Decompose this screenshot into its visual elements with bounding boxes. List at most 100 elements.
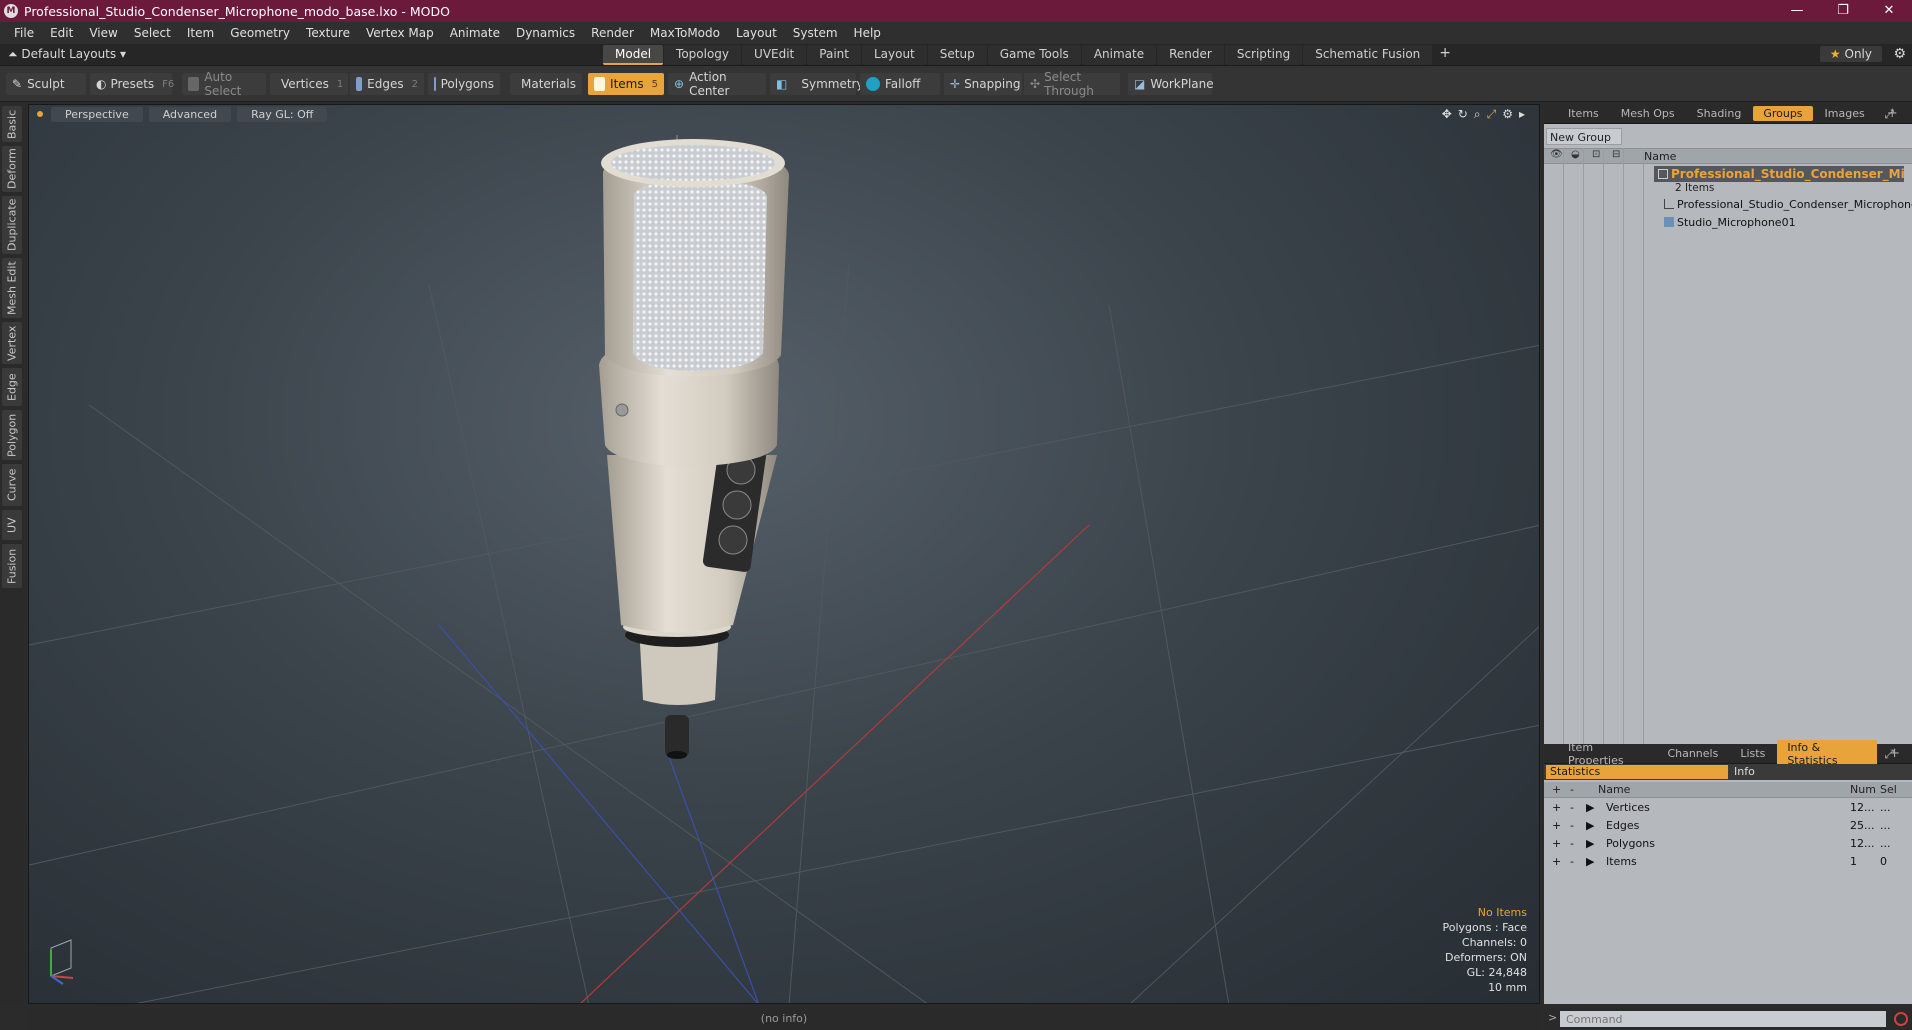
default-layouts-dropdown[interactable]: ⏶ Default Layouts ▾: [8, 47, 126, 62]
list-item[interactable]: Professional_Studio_Condenser_Microphone: [1664, 198, 1912, 211]
maximize-button[interactable]: ❐: [1820, 0, 1866, 22]
add-icon[interactable]: +: [1552, 837, 1561, 850]
select-through-button[interactable]: ✣ Select Through: [1024, 70, 1120, 98]
tab-model[interactable]: Model: [603, 45, 664, 65]
workplane-button[interactable]: ◪ WorkPlane: [1128, 73, 1214, 95]
expand-triangle-icon[interactable]: ▶: [1586, 801, 1594, 814]
expand-all-icon[interactable]: +: [1552, 783, 1561, 796]
3d-viewport[interactable]: Perspective Advanced Ray GL: Off ✥ ↻ ⌕ ⤢…: [28, 104, 1540, 1004]
tab-groups[interactable]: Groups: [1753, 106, 1813, 121]
symmetry-button[interactable]: ◧ Symmetry: [770, 73, 864, 95]
tab-lists[interactable]: Lists: [1730, 746, 1775, 761]
menu-item[interactable]: Item: [179, 26, 222, 40]
tab-scripting[interactable]: Scripting: [1224, 45, 1303, 65]
menu-layout[interactable]: Layout: [728, 26, 785, 40]
tab-channels[interactable]: Channels: [1657, 746, 1728, 761]
left-tab-fusion[interactable]: Fusion: [2, 544, 22, 588]
add-icon[interactable]: +: [1552, 801, 1561, 814]
menu-select[interactable]: Select: [126, 26, 179, 40]
left-tab-basic[interactable]: Basic: [2, 106, 22, 142]
tab-paint[interactable]: Paint: [807, 45, 861, 65]
close-button[interactable]: ✕: [1866, 0, 1912, 22]
viewport-settings-icon[interactable]: ⚙: [1502, 107, 1513, 122]
vertices-button[interactable]: Vertices 1: [270, 73, 348, 95]
view-mode-dropdown[interactable]: Perspective: [51, 106, 143, 122]
left-tab-edge[interactable]: Edge: [2, 368, 22, 406]
raygl-toggle[interactable]: Ray GL: Off: [237, 106, 328, 122]
tab-mesh-ops[interactable]: Mesh Ops: [1611, 106, 1685, 121]
zoom-icon[interactable]: ⌕: [1474, 107, 1481, 122]
materials-button[interactable]: Materials: [510, 73, 582, 95]
remove-icon[interactable]: -: [1570, 855, 1574, 868]
left-tab-deform[interactable]: Deform: [2, 146, 22, 192]
list-item[interactable]: Studio_Microphone01: [1664, 216, 1796, 229]
add-icon[interactable]: +: [1552, 855, 1561, 868]
tab-schematic-fusion[interactable]: Schematic Fusion: [1303, 45, 1433, 65]
expand-panel-icon[interactable]: ⤢: [1874, 106, 1904, 123]
table-row[interactable]: + - ▶ Edges 25... ...: [1544, 818, 1912, 835]
remove-icon[interactable]: -: [1570, 837, 1574, 850]
command-input[interactable]: [1560, 1011, 1886, 1027]
add-tab-button[interactable]: +: [1433, 45, 1457, 65]
presets-button[interactable]: ◐ Presets F6: [90, 73, 174, 95]
tab-images[interactable]: Images: [1815, 106, 1875, 121]
menu-edit[interactable]: Edit: [42, 26, 81, 40]
tab-uvedit[interactable]: UVEdit: [742, 45, 807, 65]
expand-triangle-icon[interactable]: ▶: [1586, 837, 1594, 850]
expand-triangle-icon[interactable]: ▶: [1586, 819, 1594, 832]
tab-game-tools[interactable]: Game Tools: [987, 45, 1081, 65]
menu-vertex-map[interactable]: Vertex Map: [358, 26, 442, 40]
only-toggle[interactable]: ★ Only: [1819, 46, 1882, 62]
minimize-button[interactable]: —: [1774, 0, 1820, 22]
left-tab-duplicate[interactable]: Duplicate: [2, 196, 22, 254]
action-center-button[interactable]: ⊕ Action Center: [668, 70, 766, 98]
expand-panel-icon[interactable]: ⤢: [1874, 746, 1904, 763]
menu-view[interactable]: View: [81, 26, 125, 40]
menu-geometry[interactable]: Geometry: [222, 26, 298, 40]
info-tab[interactable]: Info: [1734, 765, 1755, 778]
record-icon[interactable]: [1894, 1012, 1908, 1026]
sculpt-button[interactable]: ✎ Sculpt: [6, 73, 86, 95]
menu-dynamics[interactable]: Dynamics: [508, 26, 583, 40]
tab-items[interactable]: Items: [1558, 106, 1609, 121]
remove-icon[interactable]: -: [1570, 819, 1574, 832]
group-row[interactable]: Professional_Studio_Condenser_Micro...: [1654, 166, 1904, 182]
left-tab-vertex[interactable]: Vertex: [2, 322, 22, 364]
table-row[interactable]: + - ▶ Vertices 12... ...: [1544, 800, 1912, 817]
menu-system[interactable]: System: [785, 26, 846, 40]
tab-render[interactable]: Render: [1157, 45, 1224, 65]
maximize-viewport-icon[interactable]: ⤢: [1487, 107, 1497, 122]
statistics-tab[interactable]: Statistics: [1546, 765, 1728, 779]
left-tab-polygon[interactable]: Polygon: [2, 410, 22, 460]
pan-icon[interactable]: ✥: [1442, 107, 1452, 122]
orbit-icon[interactable]: ↻: [1458, 107, 1468, 122]
table-row[interactable]: + - ▶ Items 1 0: [1544, 854, 1912, 871]
left-tab-uv[interactable]: UV: [2, 510, 22, 540]
menu-file[interactable]: File: [6, 26, 42, 40]
menu-texture[interactable]: Texture: [298, 26, 358, 40]
gear-icon[interactable]: ⚙: [1893, 46, 1906, 62]
menu-render[interactable]: Render: [583, 26, 642, 40]
tab-shading[interactable]: Shading: [1687, 106, 1752, 121]
tab-topology[interactable]: Topology: [664, 45, 742, 65]
add-icon[interactable]: +: [1552, 819, 1561, 832]
menu-help[interactable]: Help: [846, 26, 889, 40]
shading-dropdown[interactable]: Advanced: [148, 106, 232, 122]
expand-triangle-icon[interactable]: ▶: [1586, 855, 1594, 868]
expand-arrow-icon[interactable]: ▸: [1519, 107, 1525, 122]
tab-animate[interactable]: Animate: [1081, 45, 1157, 65]
snapping-button[interactable]: ✛ Snapping: [944, 73, 1022, 95]
menu-animate[interactable]: Animate: [442, 26, 508, 40]
viewport-menu-dot[interactable]: [37, 111, 43, 117]
collapse-all-icon[interactable]: -: [1570, 783, 1574, 796]
new-group-button[interactable]: New Group: [1546, 128, 1622, 145]
table-row[interactable]: + - ▶ Polygons 12... ...: [1544, 836, 1912, 853]
tab-layout[interactable]: Layout: [861, 45, 927, 65]
items-button[interactable]: Items 5: [588, 73, 664, 95]
falloff-button[interactable]: Falloff: [860, 73, 940, 95]
edges-button[interactable]: Edges 2: [350, 73, 424, 95]
tab-setup[interactable]: Setup: [927, 45, 987, 65]
left-tab-curve[interactable]: Curve: [2, 464, 22, 506]
auto-select-button[interactable]: Auto Select: [182, 70, 266, 98]
menu-maxtomodo[interactable]: MaxToModo: [642, 26, 728, 40]
